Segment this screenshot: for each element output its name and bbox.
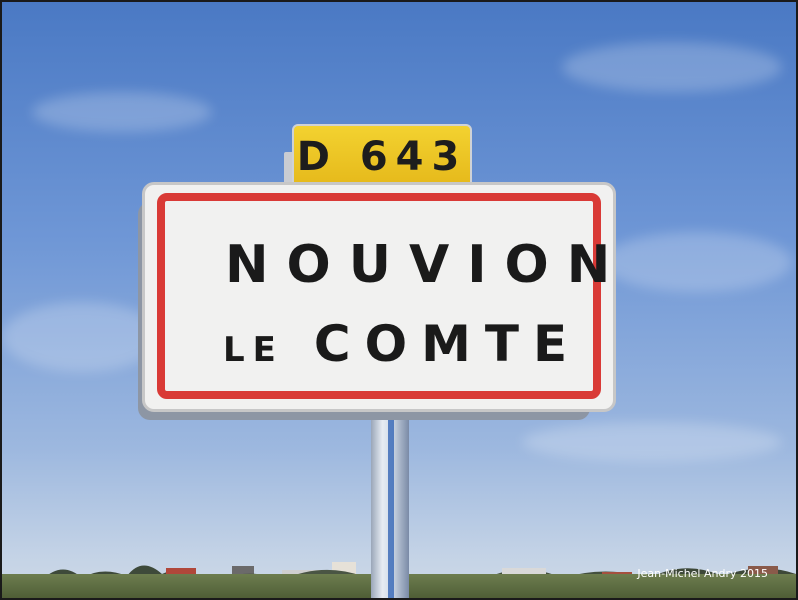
- town-name-line1: NOUVION: [225, 235, 629, 295]
- cloud: [562, 42, 782, 92]
- cloud: [602, 232, 792, 292]
- town-name-article: LE: [223, 330, 284, 370]
- photo-credit: Jean-Michel Andry 2015: [637, 567, 768, 580]
- cloud: [32, 92, 212, 132]
- route-number-plate: D 643: [292, 124, 472, 190]
- town-entry-sign: NOUVION LE COMTE: [142, 182, 616, 412]
- cloud: [522, 422, 782, 462]
- pole-stripe: [388, 410, 394, 598]
- town-name-line2: LE COMTE: [223, 315, 567, 373]
- photo-frame: D 643 NOUVION LE COMTE Jean-Michel Andry …: [2, 2, 796, 598]
- route-number: D 643: [296, 134, 468, 180]
- town-name-word: COMTE: [313, 315, 582, 373]
